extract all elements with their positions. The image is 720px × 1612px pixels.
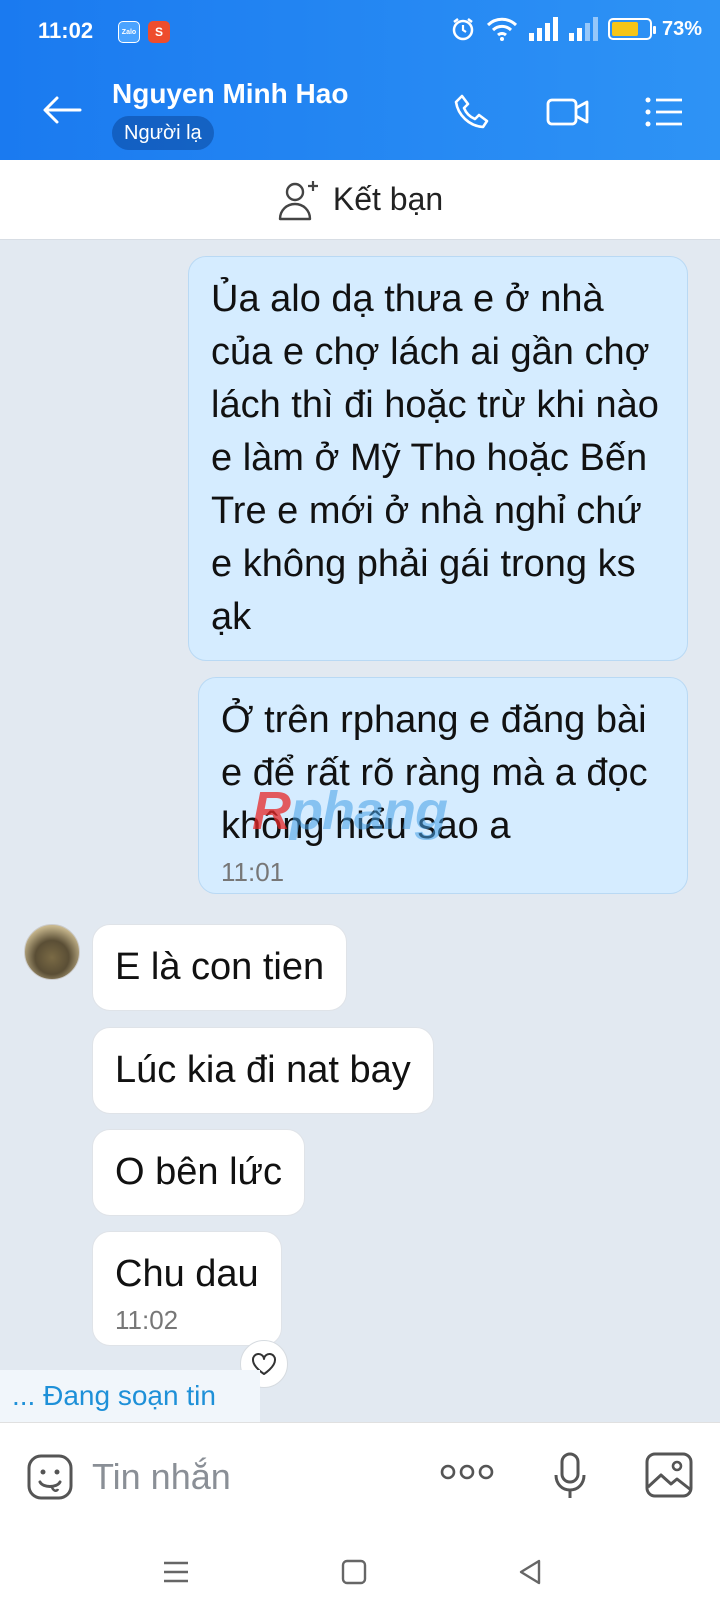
message-text: O bên lức: [115, 1151, 282, 1193]
message-text: Ủa alo dạ thưa e ở nhà của e chợ lách ai…: [211, 278, 659, 638]
phone-icon: [454, 94, 489, 129]
more-options-button[interactable]: [440, 1461, 494, 1488]
status-icons: 73%: [450, 16, 702, 42]
back-button[interactable]: [40, 88, 84, 132]
top-bar: 11:02 Zalo S 73% Nguyen Minh Hao Người l…: [0, 0, 720, 160]
video-camera-icon: [546, 98, 589, 126]
add-friend-button[interactable]: Kết bạn: [0, 160, 720, 240]
alarm-icon: [452, 18, 474, 41]
shopee-notification-icon: S: [148, 21, 170, 43]
options-menu-button[interactable]: [640, 88, 688, 136]
message-text: Chu dau: [115, 1253, 259, 1295]
recent-apps-button[interactable]: [156, 1552, 196, 1592]
message-text: Lúc kia đi nat bay: [115, 1049, 411, 1091]
sticker-button[interactable]: [26, 1453, 74, 1506]
system-back-button[interactable]: [510, 1552, 550, 1592]
image-icon: [645, 1452, 693, 1498]
signal-icon-1: [528, 17, 558, 41]
received-message[interactable]: E là con tien: [92, 924, 348, 1011]
chat-header: Nguyen Minh Hao Người lạ: [0, 64, 720, 160]
watermark-logo: Rphang: [252, 780, 448, 842]
system-nav-bar: [0, 1530, 720, 1612]
stranger-badge: Người lạ: [112, 116, 214, 150]
sent-message[interactable]: Ủa alo dạ thưa e ở nhà của e chợ lách ai…: [188, 256, 688, 661]
message-timestamp: 11:01: [221, 857, 285, 887]
image-picker-button[interactable]: [644, 1451, 694, 1504]
home-square-icon: [341, 1559, 367, 1585]
contact-name[interactable]: Nguyen Minh Hao: [112, 78, 348, 110]
battery-percent: 73%: [661, 17, 702, 40]
wifi-icon: [486, 17, 518, 41]
contact-avatar[interactable]: [24, 924, 80, 980]
watermark-r: R: [252, 781, 291, 841]
message-input-bar: [0, 1422, 720, 1530]
received-message[interactable]: Lúc kia đi nat bay: [92, 1027, 434, 1114]
microphone-icon: [554, 1452, 586, 1498]
battery-icon: [607, 18, 656, 40]
add-friend-label: Kết bạn: [332, 181, 444, 217]
voice-call-button[interactable]: [448, 88, 496, 136]
status-bar: 11:02 Zalo S 73%: [0, 0, 720, 64]
add-user-icon: [278, 180, 318, 220]
received-message[interactable]: O bên lức: [92, 1129, 305, 1216]
menu-lines-icon: [164, 1561, 188, 1583]
more-dots-icon: [440, 1464, 494, 1480]
home-button[interactable]: [334, 1552, 374, 1592]
back-triangle-icon: [519, 1559, 541, 1585]
typing-indicator: ... Đang soạn tin: [0, 1370, 260, 1422]
arrow-left-icon: [43, 96, 82, 124]
video-call-button[interactable]: [544, 88, 592, 136]
voice-message-button[interactable]: [552, 1451, 588, 1506]
watermark-text: phang: [290, 781, 448, 841]
signal-icon-2: [568, 17, 598, 41]
list-menu-icon: [645, 97, 682, 127]
message-input[interactable]: [92, 1449, 412, 1505]
emoji-icon: [27, 1454, 73, 1500]
message-text: E là con tien: [115, 946, 325, 988]
status-time: 11:02: [38, 18, 94, 43]
message-timestamp: 11:02: [115, 1305, 179, 1335]
received-message[interactable]: Chu dau 11:02: [92, 1231, 282, 1346]
zalo-notification-icon: Zalo: [118, 21, 140, 43]
